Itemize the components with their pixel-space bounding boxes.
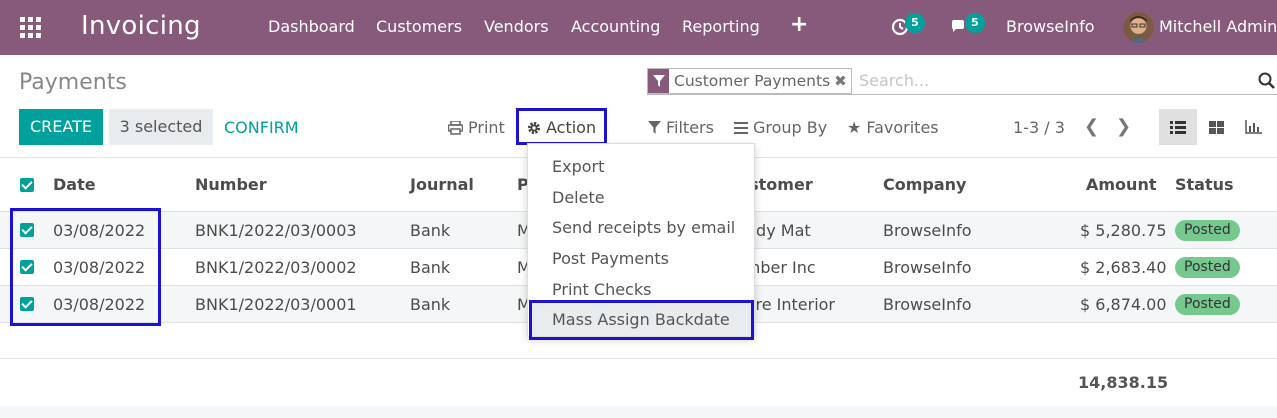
menu-accounting[interactable]: Accounting [571,17,660,36]
table-footer-border [0,358,1277,359]
chevron-left-icon[interactable]: ❮ [1084,116,1099,137]
print-button[interactable]: Print [448,118,505,137]
cell-number: BNK1/2022/03/0003 [195,221,357,240]
favorites-button[interactable]: ★ Favorites [847,118,939,137]
search-bar: Customer Payments ✖ Search... [647,67,1277,95]
cell-company: BrowseInfo [883,221,972,240]
col-date[interactable]: Date [53,175,96,194]
select-all-checkbox[interactable] [20,178,34,192]
top-navbar: Invoicing Dashboard Customers Vendors Ac… [0,0,1277,55]
chevron-right-icon[interactable]: ❯ [1116,116,1131,137]
col-status[interactable]: Status [1175,175,1234,194]
pager-value[interactable]: 1-3 / 3 [1013,118,1065,137]
menu-item-export[interactable]: Export [552,157,604,176]
menu-item-delete[interactable]: Delete [552,188,605,207]
print-icon [448,120,463,135]
filters-button[interactable]: Filters [648,118,714,137]
list-icon [1170,120,1186,134]
search-facet[interactable]: Customer Payments ✖ [647,68,852,94]
col-number[interactable]: Number [195,175,267,194]
list-view-button[interactable] [1159,109,1197,145]
facet-label: Customer Payments [674,72,831,90]
remove-facet-icon[interactable]: ✖ [834,72,851,90]
cell-journal: Bank [410,221,451,240]
messages-count-badge: 5 [965,13,985,33]
menu-reporting[interactable]: Reporting [682,17,760,36]
status-badge: Posted [1175,257,1240,278]
apps-menu-icon[interactable] [20,17,41,38]
search-icon[interactable] [1258,72,1276,90]
user-menu[interactable]: Mitchell Admin [1159,17,1277,36]
selected-rows-highlight-box [10,208,161,326]
cell-number: BNK1/2022/03/0001 [195,295,357,314]
menu-vendors[interactable]: Vendors [484,17,549,36]
status-badge: Posted [1175,294,1240,315]
print-label: Print [468,118,505,137]
bottom-band [0,406,1277,418]
menu-dashboard[interactable]: Dashboard [268,17,355,36]
menu-customers[interactable]: Customers [376,17,462,36]
amount-total: 14,838.15 [1078,373,1169,392]
filter-icon [648,69,669,93]
cell-company: BrowseInfo [883,258,972,277]
kanban-view-button[interactable] [1197,109,1235,145]
create-button[interactable]: CREATE [19,109,103,145]
page-title: Payments [19,70,127,95]
menu-item-send-receipts[interactable]: Send receipts by email [552,218,735,237]
confirm-button[interactable]: CONFIRM [224,118,299,137]
col-company[interactable]: Company [883,175,966,194]
cell-amount: $ 5,280.75 [1080,221,1167,240]
cell-number: BNK1/2022/03/0002 [195,258,357,277]
plus-icon[interactable]: + [790,12,808,37]
graph-view-button[interactable] [1234,109,1272,145]
cell-amount: $ 2,683.40 [1080,258,1167,277]
bar-chart-icon [1244,120,1262,134]
col-journal[interactable]: Journal [410,175,474,194]
menu-item-post-payments[interactable]: Post Payments [552,249,669,268]
cell-journal: Bank [410,258,451,277]
col-amount[interactable]: Amount [1086,175,1156,194]
company-switcher[interactable]: BrowseInfo [1006,17,1095,36]
filters-label: Filters [666,118,714,137]
bars-icon [734,121,748,134]
kanban-icon [1208,120,1224,134]
search-input[interactable]: Search... [859,71,929,90]
star-icon: ★ [847,118,862,137]
cell-journal: Bank [410,295,451,314]
cell-amount: $ 6,874.00 [1080,295,1167,314]
mass-assign-highlight-box [529,300,754,340]
user-avatar[interactable] [1123,12,1154,43]
cell-company: BrowseInfo [883,295,972,314]
app-name[interactable]: Invoicing [81,11,201,41]
action-highlight-box [516,108,607,145]
status-badge: Posted [1175,220,1240,241]
filter-icon [648,121,661,134]
selected-count: 3 selected [109,109,213,145]
activity-count-badge: 5 [905,13,925,33]
menu-item-print-checks[interactable]: Print Checks [552,280,651,299]
group-by-label: Group By [753,118,828,137]
favorites-label: Favorites [866,118,939,137]
group-by-button[interactable]: Group By [734,118,827,137]
